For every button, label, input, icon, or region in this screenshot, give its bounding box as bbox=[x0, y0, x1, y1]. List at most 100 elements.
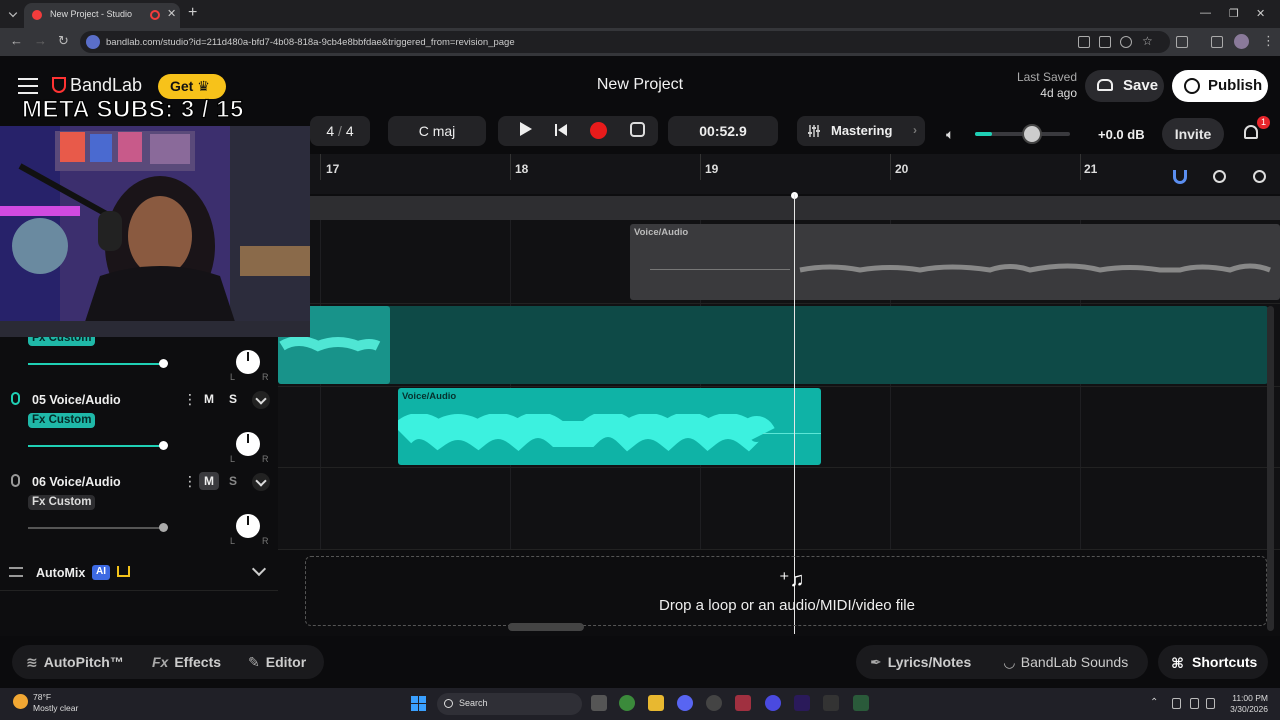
site-info-icon[interactable] bbox=[86, 35, 100, 49]
chrome-icon[interactable] bbox=[619, 695, 635, 711]
track-volume-thumb[interactable] bbox=[159, 359, 168, 368]
app-icon[interactable] bbox=[765, 695, 781, 711]
track-header[interactable]: 06 Voice/Audio ⋮ M S Fx Custom L R bbox=[0, 468, 278, 550]
discord-icon[interactable] bbox=[677, 695, 693, 711]
publish-button[interactable]: Publish bbox=[1172, 70, 1268, 102]
solo-button[interactable]: S bbox=[223, 390, 243, 408]
reading-mode-icon[interactable] bbox=[1078, 36, 1090, 48]
network-icon[interactable] bbox=[1190, 698, 1199, 709]
track-name[interactable]: 05 Voice/Audio bbox=[32, 393, 121, 407]
project-title[interactable]: New Project bbox=[540, 76, 740, 94]
system-clock[interactable]: 11:00 PM 3/30/2026 bbox=[1222, 693, 1268, 715]
track-header[interactable]: 05 Voice/Audio ⋮ M S Fx Custom L R bbox=[0, 386, 278, 468]
menu-icon[interactable] bbox=[18, 78, 38, 94]
track-lane-selected[interactable] bbox=[278, 306, 1268, 384]
automix-row[interactable]: AutoMix AI bbox=[0, 556, 278, 590]
clock-time: 11:00 PM bbox=[1232, 693, 1268, 703]
install-app-icon[interactable] bbox=[1099, 36, 1111, 48]
track-volume-slider[interactable] bbox=[28, 359, 168, 368]
invite-button[interactable]: Invite bbox=[1162, 118, 1224, 150]
reload-icon[interactable]: ↻ bbox=[58, 33, 69, 49]
bandlab-sounds-button[interactable]: ◡ BandLab Sounds bbox=[1004, 654, 1128, 671]
shortcuts-button[interactable]: ⌘ Shortcuts bbox=[1158, 645, 1268, 679]
volume-tray-icon[interactable] bbox=[1206, 698, 1215, 709]
effects-button[interactable]: Fx Effects bbox=[152, 654, 221, 670]
time-signature[interactable]: 4 / 4 bbox=[310, 116, 370, 146]
track-volume-slider[interactable] bbox=[28, 441, 168, 450]
media-control-icon[interactable] bbox=[1211, 36, 1223, 48]
editor-button[interactable]: ✎ Editor bbox=[248, 654, 306, 671]
master-volume-slider[interactable] bbox=[975, 124, 1070, 144]
more-options-icon[interactable]: ⋮ bbox=[183, 391, 197, 408]
zoom-icon[interactable] bbox=[1120, 36, 1132, 48]
browser-tab[interactable]: New Project - Studio ✕ bbox=[24, 3, 180, 28]
notification-bell-icon[interactable] bbox=[1244, 125, 1258, 139]
restore-icon[interactable]: ❐ bbox=[1229, 7, 1239, 20]
microphone-tray-icon[interactable] bbox=[1172, 698, 1181, 709]
track-name[interactable]: 06 Voice/Audio bbox=[32, 475, 121, 489]
app-icon[interactable] bbox=[706, 695, 722, 711]
epic-games-icon[interactable] bbox=[823, 695, 839, 711]
close-window-icon[interactable]: ✕ bbox=[1256, 7, 1265, 20]
pan-knob[interactable] bbox=[236, 514, 260, 538]
pan-knob[interactable] bbox=[236, 350, 260, 374]
browser-menu-icon[interactable]: ⋮ bbox=[1262, 33, 1275, 49]
mute-button[interactable]: M bbox=[199, 390, 219, 408]
autopitch-button[interactable]: ≋ AutoPitch™ bbox=[26, 654, 124, 671]
close-tab-icon[interactable]: ✕ bbox=[167, 7, 176, 20]
master-volume-knob[interactable] bbox=[1022, 124, 1042, 144]
chevron-down-icon[interactable] bbox=[252, 391, 270, 409]
audio-clip-voice[interactable]: Voice/Audio bbox=[398, 388, 821, 465]
bookmark-star-icon[interactable]: ☆ bbox=[1142, 34, 1153, 48]
pan-knob[interactable] bbox=[236, 432, 260, 456]
fx-badge[interactable]: Fx Custom bbox=[28, 495, 96, 510]
forward-icon[interactable]: → bbox=[34, 33, 47, 48]
skip-to-start-icon[interactable] bbox=[554, 123, 568, 137]
extensions-icon[interactable] bbox=[1176, 36, 1188, 48]
windows-start-icon[interactable] bbox=[411, 696, 427, 712]
lyrics-notes-button[interactable]: ✒ Lyrics/Notes bbox=[870, 654, 971, 671]
loop-region-bar[interactable] bbox=[310, 196, 1280, 220]
zoom-out-icon[interactable] bbox=[1213, 170, 1226, 183]
mute-button[interactable]: M bbox=[199, 472, 219, 490]
snap-magnet-icon[interactable] bbox=[1173, 170, 1187, 184]
timeline-ruler[interactable]: 17 18 19 20 21 bbox=[310, 154, 1280, 194]
solo-button[interactable]: S bbox=[223, 472, 243, 490]
new-tab-button[interactable]: + bbox=[188, 4, 197, 22]
tab-search-icon[interactable] bbox=[8, 8, 18, 18]
save-button[interactable]: Save bbox=[1085, 70, 1164, 102]
clip-name: Voice/Audio bbox=[634, 227, 689, 238]
horizontal-scrollbar[interactable] bbox=[508, 623, 584, 631]
file-explorer-icon[interactable] bbox=[648, 695, 664, 711]
weather-widget[interactable]: 78°F Mostly clear bbox=[13, 692, 78, 714]
chevron-down-icon[interactable] bbox=[251, 561, 267, 577]
task-view-icon[interactable] bbox=[591, 695, 607, 711]
bandlab-logo[interactable]: BandLab bbox=[52, 75, 142, 96]
key-selector[interactable]: C maj bbox=[388, 116, 486, 146]
fx-badge[interactable]: Fx Custom bbox=[28, 413, 96, 428]
drop-zone[interactable]: ⁺♫ Drop a loop or an audio/MIDI/video fi… bbox=[305, 556, 1267, 626]
chevron-down-icon[interactable] bbox=[252, 473, 270, 491]
profile-avatar[interactable] bbox=[1234, 34, 1249, 49]
premiere-icon[interactable] bbox=[794, 695, 810, 711]
audio-clip-voice[interactable]: Voice/Audio bbox=[630, 224, 1280, 300]
tray-chevron-icon[interactable]: ⌃ bbox=[1150, 697, 1158, 708]
url-field[interactable]: bandlab.com/studio?id=211d480a-bfd7-4b08… bbox=[80, 31, 1170, 53]
track-volume-slider[interactable] bbox=[28, 523, 168, 532]
back-icon[interactable]: ← bbox=[10, 33, 23, 48]
play-icon[interactable] bbox=[520, 122, 532, 136]
app-icon[interactable] bbox=[853, 695, 869, 711]
taskbar-search[interactable]: Search bbox=[437, 693, 582, 715]
more-options-icon[interactable]: ⋮ bbox=[183, 473, 197, 490]
loop-icon[interactable] bbox=[630, 122, 645, 137]
mastering-button[interactable]: Mastering › bbox=[797, 116, 925, 146]
app-icon[interactable] bbox=[735, 695, 751, 711]
record-icon[interactable] bbox=[590, 122, 607, 139]
zoom-in-icon[interactable] bbox=[1253, 170, 1266, 183]
track-volume-thumb[interactable] bbox=[159, 441, 168, 450]
vertical-scrollbar[interactable] bbox=[1267, 306, 1274, 631]
effects-label: Effects bbox=[174, 654, 222, 670]
track-volume-thumb[interactable] bbox=[159, 523, 168, 532]
minimize-icon[interactable]: — bbox=[1200, 7, 1211, 19]
speaker-icon[interactable]: 🔈︎ bbox=[946, 126, 954, 143]
